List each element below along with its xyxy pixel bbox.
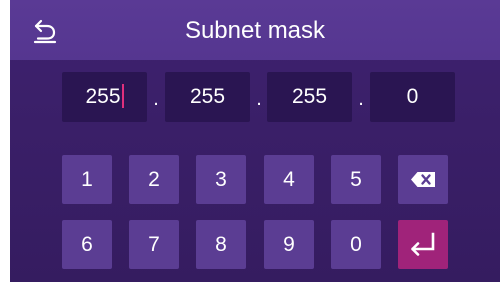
key-8[interactable]: 8 <box>196 220 246 269</box>
back-button[interactable] <box>32 18 58 44</box>
key-2[interactable]: 2 <box>129 155 179 204</box>
octet-separator: . <box>153 88 159 110</box>
key-6[interactable]: 6 <box>62 220 112 269</box>
backspace-key[interactable] <box>398 155 448 204</box>
key-7[interactable]: 7 <box>129 220 179 269</box>
octet-separator: . <box>358 88 364 110</box>
text-caret <box>121 83 124 108</box>
octet-field-4[interactable]: 0 <box>370 72 455 122</box>
key-4[interactable]: 4 <box>264 155 314 204</box>
enter-icon <box>411 232 435 256</box>
back-arrow-icon <box>33 19 57 44</box>
octet-value-2: 255 <box>189 85 226 108</box>
key-5[interactable]: 5 <box>331 155 381 204</box>
header-bar: Subnet mask <box>10 0 500 60</box>
octet-field-2[interactable]: 255 <box>165 72 250 122</box>
key-9[interactable]: 9 <box>264 220 314 269</box>
key-1[interactable]: 1 <box>62 155 112 204</box>
octet-field-1[interactable]: 255 <box>62 72 147 122</box>
key-3[interactable]: 3 <box>196 155 246 204</box>
backspace-icon <box>411 172 435 187</box>
enter-key[interactable] <box>398 220 448 269</box>
page-title: Subnet mask <box>184 17 326 44</box>
octet-field-3[interactable]: 255 <box>267 72 352 122</box>
subnet-mask-screen: Subnet mask 255 . 255 . 255 . 0 1 2 3 4 … <box>10 0 500 282</box>
octet-separator: . <box>256 88 262 110</box>
key-0[interactable]: 0 <box>331 220 381 269</box>
octet-value-4: 0 <box>406 85 419 108</box>
octet-value-1: 255 <box>85 85 121 108</box>
octet-value-3: 255 <box>291 85 328 108</box>
